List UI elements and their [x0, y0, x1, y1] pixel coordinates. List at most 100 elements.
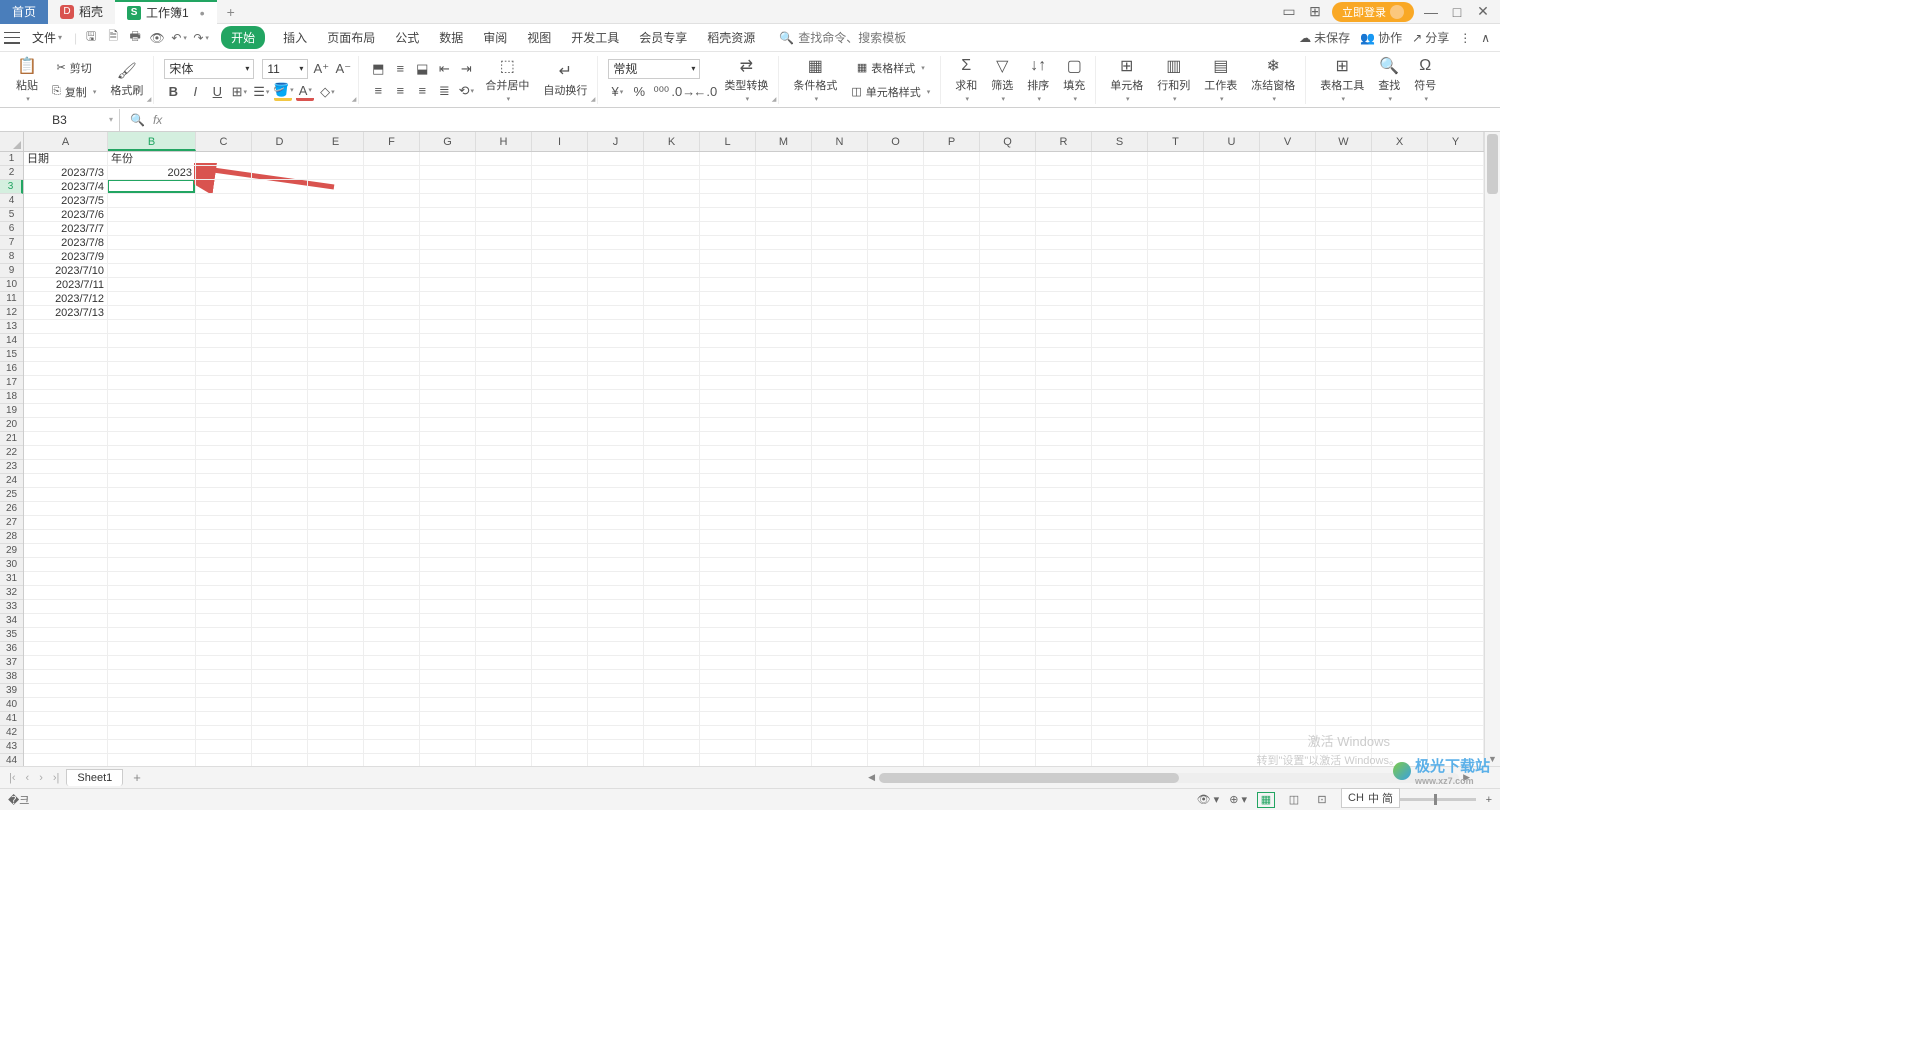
- align-right-icon[interactable]: ≡: [413, 82, 431, 100]
- eye-icon[interactable]: 👁 ▾: [1197, 793, 1220, 806]
- row-header-17[interactable]: 17: [0, 376, 23, 390]
- type-convert-button[interactable]: ⇄类型转换: [720, 55, 772, 105]
- table-tools-button[interactable]: ⊞表格工具: [1316, 55, 1368, 105]
- row-header-26[interactable]: 26: [0, 502, 23, 516]
- cell-A2[interactable]: 2023/7/3: [24, 166, 108, 180]
- tab-add[interactable]: +: [217, 4, 245, 20]
- cell-A10[interactable]: 2023/7/11: [24, 278, 108, 292]
- tab-data[interactable]: 数据: [437, 25, 465, 50]
- worksheet-button[interactable]: ▤工作表: [1200, 55, 1241, 105]
- col-header-W[interactable]: W: [1316, 132, 1372, 151]
- row-header-23[interactable]: 23: [0, 460, 23, 474]
- italic-icon[interactable]: I: [186, 83, 204, 101]
- row-header-34[interactable]: 34: [0, 614, 23, 628]
- fx-icon[interactable]: fx: [153, 113, 162, 127]
- row-header-8[interactable]: 8: [0, 250, 23, 264]
- row-header-37[interactable]: 37: [0, 656, 23, 670]
- hamburger-icon[interactable]: [4, 32, 20, 44]
- col-header-X[interactable]: X: [1372, 132, 1428, 151]
- row-header-43[interactable]: 43: [0, 740, 23, 754]
- row-header-4[interactable]: 4: [0, 194, 23, 208]
- qa-undo-icon[interactable]: ↶: [171, 30, 187, 46]
- sum-button[interactable]: Σ求和: [951, 55, 981, 105]
- select-all-corner[interactable]: [0, 132, 24, 152]
- row-header-11[interactable]: 11: [0, 292, 23, 306]
- cond-fmt-button[interactable]: ▦条件格式: [789, 55, 841, 105]
- name-box[interactable]: B3: [0, 109, 120, 131]
- wrap-button[interactable]: ↵自动换行: [539, 60, 591, 100]
- row-header-32[interactable]: 32: [0, 586, 23, 600]
- tab-start[interactable]: 开始: [221, 26, 265, 49]
- col-header-G[interactable]: G: [420, 132, 476, 151]
- col-header-N[interactable]: N: [812, 132, 868, 151]
- rowcol-button[interactable]: ▥行和列: [1153, 55, 1194, 105]
- unsaved-indicator[interactable]: ☁ 未保存: [1299, 29, 1350, 46]
- qa-save-icon[interactable]: 🖫: [83, 30, 99, 46]
- row-header-30[interactable]: 30: [0, 558, 23, 572]
- font-size-select[interactable]: 11▾: [262, 59, 308, 79]
- file-menu[interactable]: 文件: [26, 29, 68, 46]
- number-format-select[interactable]: 常规▾: [608, 59, 700, 79]
- row-header-33[interactable]: 33: [0, 600, 23, 614]
- collapse-ribbon[interactable]: ∧: [1481, 31, 1490, 45]
- tab-workbook[interactable]: S 工作簿1 •: [115, 0, 217, 24]
- underline-icon[interactable]: U: [208, 83, 226, 101]
- row-header-10[interactable]: 10: [0, 278, 23, 292]
- justify-icon[interactable]: ≣: [435, 82, 453, 100]
- cell-A5[interactable]: 2023/7/6: [24, 208, 108, 222]
- col-header-H[interactable]: H: [476, 132, 532, 151]
- col-header-O[interactable]: O: [868, 132, 924, 151]
- find-button[interactable]: 🔍查找: [1374, 55, 1404, 105]
- zoom-in-icon[interactable]: +: [1486, 794, 1492, 806]
- col-header-J[interactable]: J: [588, 132, 644, 151]
- qa-print-icon[interactable]: 🖶: [127, 30, 143, 46]
- minimize-icon[interactable]: —: [1422, 3, 1440, 21]
- symbol-button[interactable]: Ω符号: [1410, 55, 1440, 105]
- tab-resources[interactable]: 稻壳资源: [705, 25, 757, 50]
- close-icon[interactable]: ✕: [1474, 3, 1492, 21]
- fill-button[interactable]: ▢填充: [1059, 55, 1089, 105]
- cell-B2[interactable]: 2023: [108, 166, 196, 180]
- sheet-first-icon[interactable]: |‹: [6, 772, 19, 784]
- view-page-icon[interactable]: ◫: [1285, 792, 1303, 808]
- search-input[interactable]: [798, 31, 918, 45]
- share-button[interactable]: ↗ 分享: [1412, 29, 1449, 46]
- qa-saveas-icon[interactable]: 🗎: [105, 30, 121, 46]
- row-header-38[interactable]: 38: [0, 670, 23, 684]
- row-header-12[interactable]: 12: [0, 306, 23, 320]
- col-header-P[interactable]: P: [924, 132, 980, 151]
- filter-button[interactable]: ▽筛选: [987, 55, 1017, 105]
- format-painter-button[interactable]: 🖌格式刷: [106, 60, 147, 100]
- zoom-slider[interactable]: [1396, 798, 1476, 801]
- status-indicator-icon[interactable]: �크: [8, 792, 29, 808]
- sort-button[interactable]: ↓↑排序: [1023, 55, 1053, 105]
- row-header-16[interactable]: 16: [0, 362, 23, 376]
- view-break-icon[interactable]: ⊡: [1313, 792, 1331, 808]
- row-header-28[interactable]: 28: [0, 530, 23, 544]
- col-header-D[interactable]: D: [252, 132, 308, 151]
- display-settings-icon[interactable]: ⊕ ▾: [1229, 793, 1247, 806]
- col-header-B[interactable]: B: [108, 132, 196, 151]
- row-header-13[interactable]: 13: [0, 320, 23, 334]
- horizontal-scrollbar[interactable]: ◀ ▶: [151, 772, 1494, 783]
- sheet-add-icon[interactable]: +: [127, 770, 147, 785]
- comma-icon[interactable]: ⁰⁰⁰: [652, 83, 670, 101]
- cell-button[interactable]: ⊞单元格: [1106, 55, 1147, 105]
- grid-icon[interactable]: ⊞: [1306, 3, 1324, 21]
- cells-area[interactable]: 日期年份2023/7/320232023/7/42023/7/52023/7/6…: [24, 152, 1484, 766]
- tab-dev[interactable]: 开发工具: [569, 25, 621, 50]
- merge-button[interactable]: ⬚合并居中: [481, 55, 533, 105]
- cell-A1[interactable]: 日期: [24, 152, 108, 166]
- tab-insert[interactable]: 插入: [281, 25, 309, 50]
- tab-view[interactable]: 视图: [525, 25, 553, 50]
- row-header-18[interactable]: 18: [0, 390, 23, 404]
- cell-A11[interactable]: 2023/7/12: [24, 292, 108, 306]
- row-header-22[interactable]: 22: [0, 446, 23, 460]
- qa-preview-icon[interactable]: 👁: [149, 30, 165, 46]
- font-decrease-icon[interactable]: A⁻: [334, 60, 352, 78]
- row-header-27[interactable]: 27: [0, 516, 23, 530]
- qa-redo-icon[interactable]: ↷: [193, 30, 209, 46]
- cell-B1[interactable]: 年份: [108, 152, 196, 166]
- clear-format-icon[interactable]: ◇: [318, 83, 336, 101]
- fx-search-icon[interactable]: 🔍: [130, 113, 145, 127]
